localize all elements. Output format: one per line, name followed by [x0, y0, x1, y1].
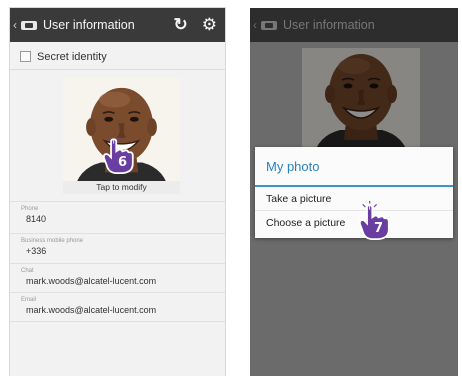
phone-field: Phone 8140 [10, 201, 225, 233]
action-bar: ‹ User information ↻ ⚙ [10, 8, 225, 42]
user-photo-image [302, 48, 420, 158]
contact-card-icon [261, 20, 277, 30]
page-title-dimmed: User information [283, 18, 375, 32]
photo-dialog-screen: ‹ User information My photo Take a pictu… [250, 8, 458, 376]
step-7-badge: 7 [374, 221, 384, 236]
choose-picture-option[interactable]: Choose a picture [255, 211, 453, 235]
user-photo-dimmed [302, 48, 420, 158]
chat-value: mark.woods@alcatel-lucent.com [26, 276, 157, 286]
business-mobile-value: +336 [26, 246, 47, 256]
phone-label: Phone [21, 206, 39, 212]
action-bar-dimmed: ‹ User information [250, 8, 458, 42]
chat-label: Chat [21, 268, 34, 274]
phone-value: 8140 [26, 214, 47, 224]
page-title: User information [43, 18, 135, 32]
take-picture-option[interactable]: Take a picture [255, 187, 453, 211]
email-label: Email [21, 297, 37, 303]
email-field: Email mark.woods@alcatel-lucent.com [10, 292, 225, 322]
secret-identity-label: Secret identity [37, 50, 107, 63]
tap-to-modify-label: Tap to modify [63, 181, 180, 194]
step-6-badge: 6 [118, 155, 128, 170]
chevron-left-icon: ‹ [253, 18, 257, 32]
business-mobile-field: Business mobile phone +336 [10, 233, 225, 263]
contact-card-icon[interactable] [21, 20, 37, 30]
gear-icon[interactable]: ⚙ [202, 15, 217, 35]
dialog-title: My photo [255, 147, 453, 187]
refresh-icon[interactable]: ↻ [174, 15, 188, 35]
business-mobile-label: Business mobile phone [21, 238, 84, 244]
chevron-left-icon[interactable]: ‹ [13, 18, 17, 32]
email-value: mark.woods@alcatel-lucent.com [26, 305, 157, 315]
secret-identity-checkbox[interactable] [20, 51, 31, 62]
user-information-screen: ‹ User information ↻ ⚙ Secret identity T… [10, 8, 225, 376]
chat-field: Chat mark.woods@alcatel-lucent.com [10, 263, 225, 292]
secret-identity-row[interactable]: Secret identity [10, 44, 225, 70]
my-photo-dialog: My photo Take a picture Choose a picture [255, 147, 453, 238]
